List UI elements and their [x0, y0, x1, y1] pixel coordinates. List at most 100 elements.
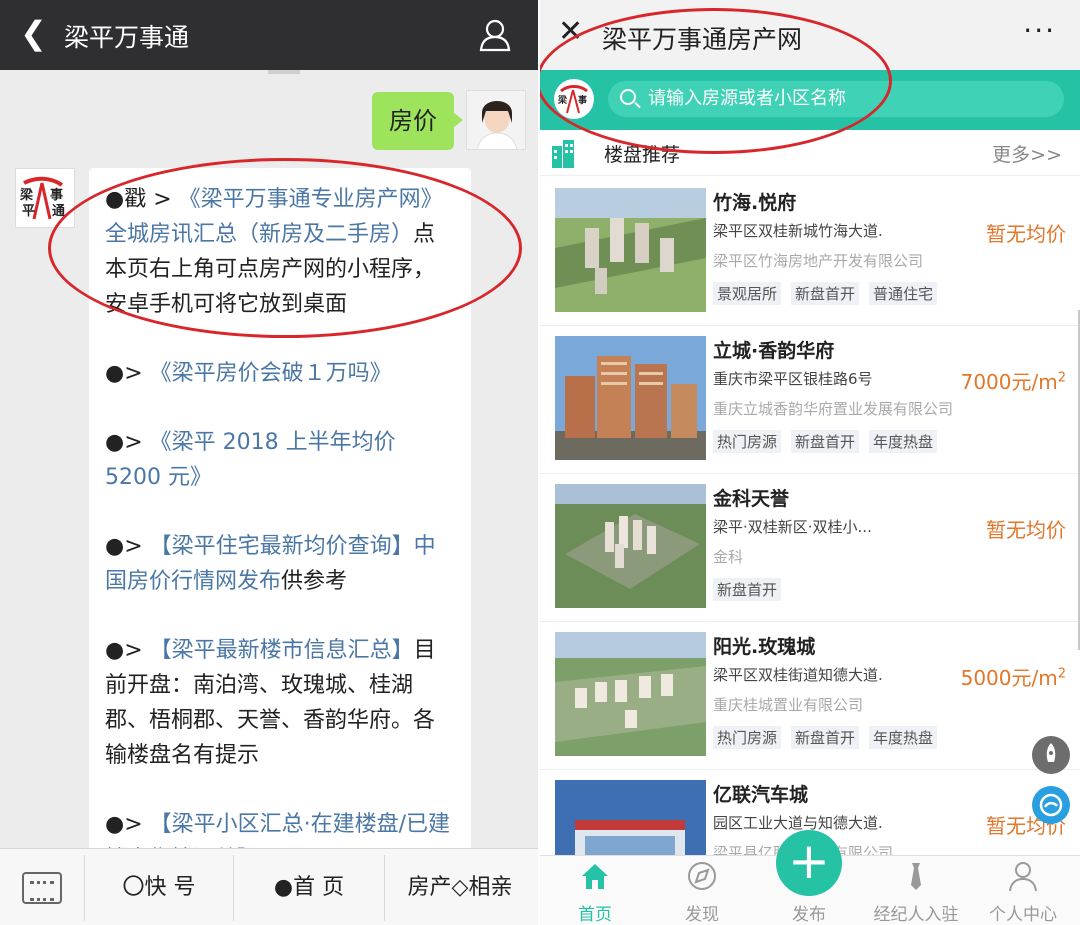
more-menu-icon[interactable]: ··· — [1023, 14, 1056, 47]
recommend-section-header: 楼盘推荐 更多>> — [540, 130, 1080, 176]
listing-name: 亿联汽车城 — [713, 784, 809, 806]
listing-name: 金科天誉 — [713, 488, 790, 510]
miniprogram-header: ✕ 梁平万事通房产网 ··· — [540, 0, 1080, 70]
tab-agent[interactable]: 经纪人入驻 — [866, 859, 966, 925]
wechat-chat-screen: ❮ 梁平万事通 房价 梁事平 通 ●戳 > 《梁平万事通专业房产网》全城房讯汇总（… — [0, 0, 538, 925]
chat-title: 梁平万事通 — [64, 23, 190, 52]
miniprogram-title: 梁平万事通房产网 — [602, 25, 803, 54]
tab-publish[interactable]: 发布 — [759, 900, 859, 925]
listing-tags: 热门房源 新盘首开 年度热盘 — [713, 430, 947, 453]
listing-name: 立城·香韵华府 — [713, 340, 835, 362]
tag: 年度热盘 — [869, 430, 938, 453]
user-photo-icon — [467, 91, 525, 149]
tag: 景观居所 — [713, 282, 782, 305]
listing-tags: 热门房源 新盘首开 年度热盘 — [713, 726, 947, 749]
listing-name: 竹海.悦府 — [713, 192, 797, 214]
listing-name: 阳光.玫瑰城 — [713, 636, 816, 658]
liangping-logo-icon: 梁事 — [557, 85, 588, 114]
tab-discover[interactable]: 发现 — [652, 859, 752, 925]
share-icon[interactable] — [1032, 786, 1070, 824]
listing-photo — [555, 632, 706, 756]
tag: 新盘首开 — [791, 430, 860, 453]
listing-developer: 梁平区竹海房地产开发有限公司 — [713, 252, 924, 270]
paragraph-1: ●戳 > 《梁平万事通专业房产网》全城房讯汇总（新房及二手房）点本页右上角可点房… — [105, 182, 455, 322]
search-placeholder: 请输入房源或者小区名称 — [648, 88, 846, 109]
listing-item[interactable]: 立城·香韵华府 重庆市梁平区银桂路6号 重庆立城香韵华府置业发展有限公司 热门房… — [540, 326, 1080, 474]
svg-text:平: 平 — [22, 204, 35, 219]
person-icon — [1009, 862, 1037, 892]
tab-label: 发布 — [792, 905, 826, 925]
svg-text:事: 事 — [578, 94, 587, 106]
search-input[interactable]: 请输入房源或者小区名称 — [608, 81, 1064, 117]
paragraph-text: 供参考 — [281, 569, 348, 594]
paragraph-2: ●> 《梁平房价会破１万吗》 — [105, 356, 455, 391]
close-icon[interactable]: ✕ — [558, 14, 583, 49]
link-price-10k[interactable]: 《梁平房价会破１万吗》 — [150, 361, 392, 386]
tab-label: 经纪人入驻 — [873, 905, 959, 925]
listing-photo — [555, 336, 706, 460]
listing-photo — [555, 484, 706, 608]
account-logo-avatar[interactable]: 梁事平 通 — [15, 168, 75, 228]
svg-text:通: 通 — [52, 203, 65, 219]
search-icon — [620, 89, 636, 105]
person-icon[interactable] — [478, 18, 512, 52]
bullet: ●> — [105, 361, 150, 386]
listing-developer: 重庆立城香韵华府置业发展有限公司 — [713, 400, 954, 418]
link-market-summary[interactable]: 【梁平最新楼市信息汇总】 — [150, 638, 414, 663]
paragraph-4: ●> 【梁平住宅最新均价查询】中国房价行情网发布供参考 — [105, 529, 455, 599]
tie-icon — [911, 863, 921, 890]
svg-text:事: 事 — [50, 187, 63, 203]
listing-developer: 金科 — [713, 548, 744, 566]
listing-price: 7000元/m2 — [960, 370, 1066, 394]
listing-developer: 重庆桂城置业有限公司 — [713, 696, 864, 714]
listing-price: 暂无均价 — [986, 222, 1066, 246]
publish-plus-button[interactable]: + — [776, 830, 842, 896]
menu-home[interactable]: ●首 页 — [234, 855, 384, 921]
tag: 新盘首开 — [791, 726, 860, 749]
tag: 新盘首开 — [713, 578, 782, 601]
listing-tags: 新盘首开 — [713, 578, 791, 601]
bullet: ●> — [105, 430, 150, 455]
menu-kuaihao[interactable]: 〇快 号 — [85, 855, 233, 921]
listing-item[interactable]: 竹海.悦府 梁平区双桂新城竹海大道. 梁平区竹海房地产开发有限公司 景观居所 新盘… — [540, 178, 1080, 326]
listing-photo — [555, 188, 706, 312]
search-logo-icon: 梁事 — [554, 79, 594, 119]
building-icon — [552, 140, 574, 168]
my-message-bubble[interactable]: 房价 — [372, 92, 463, 150]
tab-label: 个人中心 — [989, 905, 1057, 925]
tab-label: 发现 — [685, 905, 719, 925]
bullet: ●戳 > — [105, 187, 179, 212]
bullet: ●> — [105, 638, 150, 663]
svg-text:梁: 梁 — [19, 187, 34, 203]
tag: 普通住宅 — [869, 282, 938, 305]
property-miniprogram-screen: ✕ 梁平万事通房产网 ··· 梁事 请输入房源或者小区名称 楼盘推荐 更多>> … — [540, 0, 1080, 925]
tag: 热门房源 — [713, 430, 782, 453]
tab-profile[interactable]: 个人中心 — [973, 859, 1073, 925]
listing-tags: 景观居所 新盘首开 普通住宅 — [713, 282, 947, 305]
scroll-hint — [268, 70, 300, 74]
listing-address: 梁平区双桂新城竹海大道. — [713, 222, 883, 240]
back-chevron-icon[interactable]: ❮ — [20, 14, 47, 52]
link-latest-price[interactable]: 【梁平住宅最新均价查询】中国房价行情网发布 — [105, 534, 436, 594]
article-message-card: ●戳 > 《梁平万事通专业房产网》全城房讯汇总（新房及二手房）点本页右上角可点房… — [89, 168, 471, 868]
listing-address: 重庆市梁平区银桂路6号 — [713, 370, 873, 388]
liangping-logo-icon: 梁事平 通 — [19, 176, 65, 220]
rocket-icon[interactable] — [1032, 736, 1070, 774]
my-avatar[interactable] — [466, 90, 526, 150]
paragraph-5: ●> 【梁平最新楼市信息汇总】目前开盘：南泊湾、玫瑰城、桂湖郡、梧桐郡、天誉、香… — [105, 633, 455, 773]
tab-label: 首页 — [578, 905, 612, 925]
tag: 新盘首开 — [791, 282, 860, 305]
listing-item[interactable]: 金科天誉 梁平·双桂新区·双桂小... 金科 新盘首开 暂无均价 — [540, 474, 1080, 622]
tab-home[interactable]: 首页 — [545, 859, 645, 925]
listing-price: 5000元/m2 — [960, 666, 1066, 690]
tag: 年度热盘 — [869, 726, 938, 749]
tag: 热门房源 — [713, 726, 782, 749]
discover-icon — [688, 862, 716, 890]
menu-property-dating[interactable]: 房产◇相亲 — [385, 855, 535, 921]
more-link[interactable]: 更多>> — [992, 140, 1062, 167]
listing-address: 梁平区双桂街道知德大道. — [713, 666, 883, 684]
bullet: ●> — [105, 534, 150, 559]
keyboard-icon[interactable] — [22, 872, 62, 904]
listing-item[interactable]: 阳光.玫瑰城 梁平区双桂街道知德大道. 重庆桂城置业有限公司 热门房源 新盘首开年… — [540, 622, 1080, 770]
listing-price: 暂无均价 — [986, 518, 1066, 542]
